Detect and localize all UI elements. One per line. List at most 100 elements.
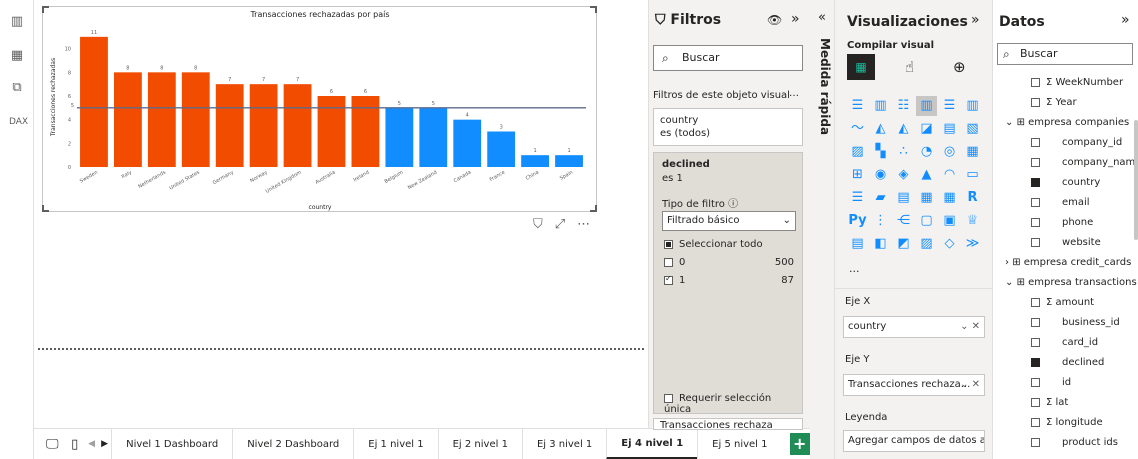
kpi-icon[interactable]: ▰ (870, 188, 891, 208)
checkbox[interactable] (1031, 417, 1040, 427)
key-influencers-icon[interactable]: ⋮ (870, 211, 891, 231)
ribbon-chart-icon[interactable]: ▧ (962, 119, 983, 139)
dax-query-icon[interactable]: DAX (9, 114, 28, 130)
checkbox[interactable] (1031, 137, 1040, 147)
chevron-down-icon[interactable]: ⌄ (1005, 117, 1013, 128)
bar-chart-visual[interactable]: Transacciones rechazadas por país 0 2 4 6 8 10… (42, 6, 597, 212)
paginated-report-icon[interactable]: ▤ (847, 234, 868, 254)
qa-icon[interactable]: ▢ (916, 211, 937, 231)
python-visual-icon[interactable]: Py (847, 211, 868, 231)
model-view-icon[interactable]: ⧉ (9, 80, 25, 96)
filled-map-icon[interactable]: ◉ (870, 165, 891, 185)
field-item[interactable]: card_id (1031, 337, 1098, 348)
more-visuals-icon[interactable]: ... (849, 262, 860, 275)
stacked-bar-icon[interactable]: ☰ (847, 96, 868, 116)
matrix-icon[interactable]: ▦ (939, 188, 960, 208)
select-all-option[interactable]: Seleccionar todo (664, 239, 794, 250)
filter-option-1[interactable]: 1 87 (664, 274, 794, 286)
tab-ej-2-nivel-1[interactable]: Ej 2 nivel 1 (437, 428, 522, 459)
tab-ej-5-nivel-1[interactable]: Ej 5 nivel 1 (697, 428, 781, 459)
field-item[interactable]: Σ WeekNumber (1031, 77, 1123, 88)
table-item[interactable]: › ⊞ empresa credit_cards (1005, 257, 1131, 268)
chevron-right-icon[interactable]: ≫ (962, 234, 983, 254)
collapse-pane-icon[interactable]: » (1121, 12, 1130, 28)
next-page-icon[interactable]: ▶ (98, 439, 111, 449)
field-item[interactable]: product ids (1031, 437, 1118, 448)
field-item[interactable]: Σ amount (1031, 297, 1094, 308)
narrative-icon[interactable]: ▣ (939, 211, 960, 231)
line-stacked-column-icon[interactable]: ◪ (916, 119, 937, 139)
stacked-column-icon[interactable]: ▥ (870, 96, 891, 116)
pie-icon[interactable]: ◔ (916, 142, 937, 162)
donut-icon[interactable]: ◎ (939, 142, 960, 162)
line-chart-icon[interactable]: 〜 (847, 119, 868, 139)
tab-nivel-1-dashboard[interactable]: Nivel 1 Dashboard (111, 428, 232, 459)
filter-card-declined[interactable]: declined es 1 Tipo de filtro ⓘ Filtrado … (653, 152, 803, 415)
field-item[interactable]: declined (1031, 357, 1104, 368)
tab-ej-1-nivel-1[interactable]: Ej 1 nivel 1 (353, 428, 437, 459)
funnel-icon[interactable]: ▚ (870, 142, 891, 162)
checkbox[interactable] (1031, 297, 1040, 307)
table-item[interactable]: ⌄ ⊞ empresa transactions (1005, 277, 1137, 288)
field-item[interactable]: Σ lat (1031, 397, 1068, 408)
build-visual-tab[interactable]: ▦ (847, 54, 875, 80)
quick-measure-strip[interactable]: « Medida rápida (812, 0, 834, 428)
filter-card-country[interactable]: country es (todos) (653, 108, 803, 146)
field-item[interactable]: company_name (1031, 157, 1138, 168)
field-item[interactable]: country (1031, 177, 1100, 188)
table-item[interactable]: ⌄ ⊞ empresa companies (1005, 117, 1129, 128)
chevron-right-icon[interactable]: › (1005, 257, 1009, 268)
checkbox[interactable] (1031, 217, 1040, 227)
desktop-view-icon[interactable]: 🖵 (42, 437, 63, 452)
power-automate-icon[interactable]: ◩ (893, 234, 914, 254)
tab-nivel-2-dashboard[interactable]: Nivel 2 Dashboard (232, 428, 353, 459)
checkbox[interactable] (664, 393, 673, 403)
remove-field-icon[interactable]: ⌄ ✕ (960, 317, 980, 337)
checkbox-checked[interactable] (1031, 357, 1040, 367)
tab-ej-4-nivel-1[interactable]: Ej 4 nivel 1 (606, 428, 698, 459)
field-item[interactable]: Σ Year (1031, 97, 1077, 108)
checkbox[interactable] (1031, 197, 1040, 207)
checkbox[interactable] (1031, 437, 1040, 447)
line-clustered-column-icon[interactable]: ▤ (939, 119, 960, 139)
chevron-down-icon[interactable]: ⌄ (1005, 277, 1013, 288)
checkbox[interactable] (1031, 397, 1040, 407)
decomposition-tree-icon[interactable]: ⋲ (893, 211, 914, 231)
filter-type-select[interactable]: Filtrado básico ⌄ (662, 211, 796, 231)
field-item[interactable]: phone (1031, 217, 1093, 228)
field-item[interactable]: company_id (1031, 137, 1122, 148)
card-icon[interactable]: ▭ (962, 165, 983, 185)
legend-well[interactable]: Agregar campos de datos a... (843, 430, 985, 452)
more-options-icon[interactable]: … (789, 88, 799, 99)
expand-pane-icon[interactable]: « (818, 10, 826, 25)
100-bar-icon[interactable]: ☰ (939, 96, 960, 116)
stacked-area-icon[interactable]: ◭ (893, 119, 914, 139)
checkbox[interactable] (1031, 337, 1040, 347)
checkbox[interactable] (1031, 377, 1040, 387)
sparkline-icon[interactable]: ▨ (916, 234, 937, 254)
mobile-view-icon[interactable]: ▯ (65, 437, 86, 452)
map-icon[interactable]: ⊞ (847, 165, 868, 185)
100-column-icon[interactable]: ▥ (962, 96, 983, 116)
add-page-button[interactable]: + (789, 433, 810, 455)
analytics-icon[interactable]: ⊕ (953, 58, 966, 76)
azure-map-icon[interactable]: ▲ (916, 165, 937, 185)
checkbox[interactable] (664, 239, 673, 249)
checkbox[interactable] (1031, 317, 1040, 327)
table-icon[interactable]: ▦ (916, 188, 937, 208)
filter-card-transacciones[interactable]: Transacciones rechaza (653, 418, 803, 430)
shape-map-icon[interactable]: ◈ (893, 165, 914, 185)
clustered-bar-icon[interactable]: ☷ (893, 96, 914, 116)
r-visual-icon[interactable]: R (962, 188, 983, 208)
power-apps-icon[interactable]: ◧ (870, 234, 891, 254)
table-view-icon[interactable]: ▦ (9, 48, 25, 64)
field-item[interactable]: website (1031, 237, 1101, 248)
area-chart-icon[interactable]: ◭ (870, 119, 891, 139)
filter-option-0[interactable]: 0 500 (664, 257, 794, 268)
checkbox[interactable] (664, 257, 673, 267)
collapse-pane-icon[interactable]: » (791, 11, 800, 27)
x-axis-well[interactable]: country ⌄ ✕ (843, 316, 985, 338)
checkbox[interactable] (664, 274, 673, 285)
remove-field-icon[interactable]: ⌄ ✕ (960, 375, 980, 395)
data-search-input[interactable]: ⌕ Buscar (997, 43, 1133, 65)
